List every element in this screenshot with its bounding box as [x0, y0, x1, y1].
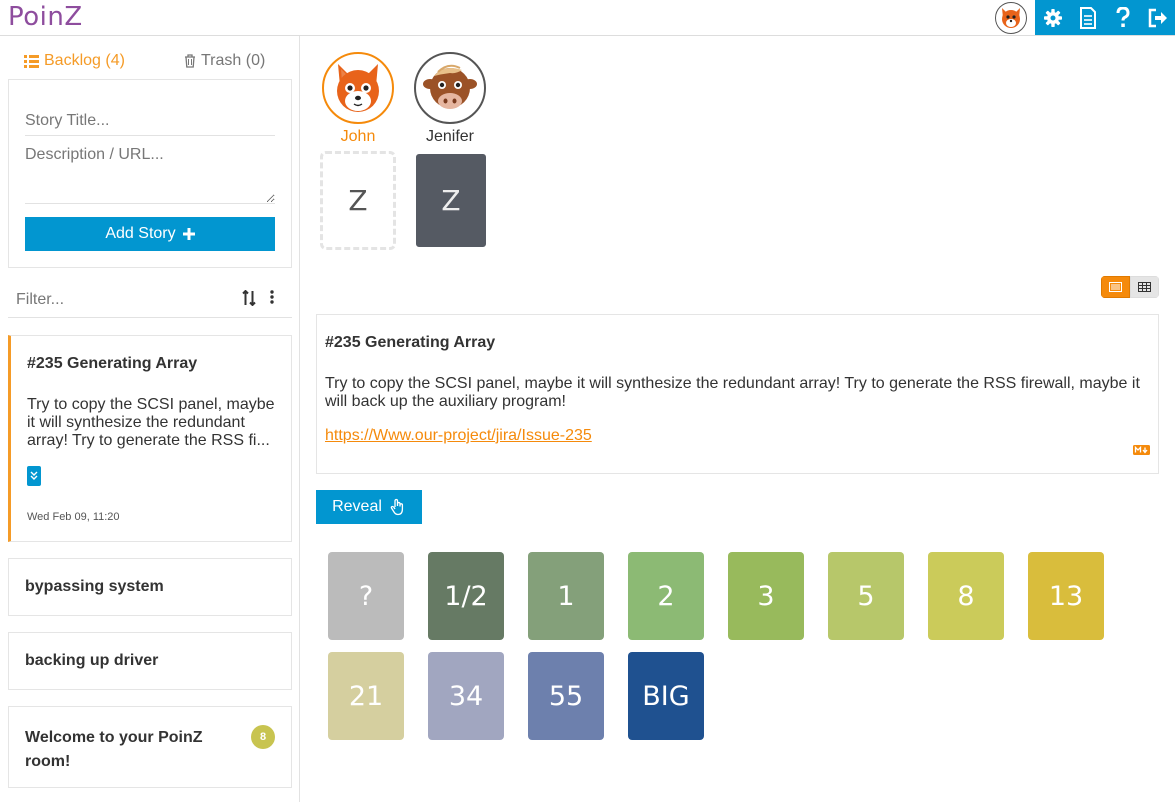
document-icon — [1079, 6, 1096, 29]
story-item-description: Try to copy the SCSI panel, maybe it wil… — [27, 396, 275, 449]
document-button[interactable] — [1070, 0, 1105, 35]
estimation-card-21[interactable]: 21 — [328, 652, 404, 740]
card-label: 1/2 — [444, 580, 488, 612]
story-description-input[interactable] — [25, 146, 275, 204]
story-item-selected[interactable]: #235 Generating Array Try to copy the SC… — [8, 335, 292, 542]
estimation-card-unknown[interactable]: ? — [328, 552, 404, 640]
card-label: BIG — [642, 680, 690, 712]
top-actions — [1035, 0, 1175, 35]
card-label: 8 — [957, 580, 975, 612]
story-item-date: Wed Feb 09, 11:20 — [27, 511, 120, 523]
hand-icon — [390, 498, 403, 516]
card-label: 2 — [657, 580, 675, 612]
estimation-card-2[interactable]: 2 — [628, 552, 704, 640]
user-jenifer: Jenifer — [414, 52, 486, 146]
tab-backlog-label: Backlog (4) — [44, 52, 125, 69]
card-label: 5 — [857, 580, 875, 612]
estimate-badge: 8 — [251, 725, 275, 749]
estimation-card-3[interactable]: 3 — [728, 552, 804, 640]
estimation-card-8[interactable]: 8 — [928, 552, 1004, 640]
question-icon — [1116, 6, 1130, 27]
view-toggle — [1101, 276, 1159, 298]
fox-icon — [1002, 8, 1020, 28]
reveal-button[interactable]: Reveal — [316, 490, 422, 524]
tab-trash-label: Trash (0) — [201, 52, 266, 69]
add-story-form: Add Story — [8, 79, 292, 268]
chevron-double-down-icon — [30, 471, 38, 480]
reveal-label: Reveal — [332, 498, 382, 515]
help-button[interactable] — [1105, 0, 1140, 35]
current-story-panel: #235 Generating Array Try to copy the SC… — [316, 314, 1159, 474]
story-item-title: bypassing system — [25, 578, 164, 595]
estimation-card-big[interactable]: BIG — [628, 652, 704, 740]
user-name: Jenifer — [425, 128, 475, 145]
expand-story-button[interactable] — [27, 466, 41, 486]
current-story-title: #235 Generating Array — [325, 334, 496, 351]
tab-backlog[interactable]: Backlog (4) — [24, 52, 125, 70]
card-label: ? — [358, 580, 374, 612]
list-icon — [24, 54, 39, 68]
add-story-label: Add Story — [105, 225, 176, 242]
plus-icon — [182, 228, 195, 240]
story-title-input[interactable] — [25, 106, 275, 136]
gear-icon — [1043, 8, 1062, 27]
sort-icon[interactable] — [242, 290, 256, 306]
card-label: 21 — [348, 680, 384, 712]
story-item-title: Welcome to your PoinZ room! — [25, 729, 203, 770]
card-label: 3 — [757, 580, 775, 612]
settings-button[interactable] — [1035, 0, 1070, 35]
sign-out-icon — [1148, 8, 1167, 27]
leave-room-button[interactable] — [1140, 0, 1175, 35]
top-bar: PoinZ — [0, 0, 1175, 36]
card-label: 13 — [1048, 580, 1084, 612]
table-view-button[interactable] — [1130, 276, 1159, 298]
user-john: John — [322, 52, 394, 146]
user-card-jenifer: Z — [413, 151, 489, 250]
fox-icon — [337, 64, 379, 112]
story-item-title: #235 Generating Array — [27, 355, 198, 372]
estimation-card-13[interactable]: 13 — [1028, 552, 1104, 640]
card-view-button[interactable] — [1101, 276, 1130, 298]
user-avatar — [414, 52, 486, 124]
add-story-button[interactable]: Add Story — [25, 217, 275, 251]
user-name: John — [340, 128, 376, 145]
markdown-icon[interactable] — [1133, 445, 1150, 455]
estimation-card-half[interactable]: 1/2 — [428, 552, 504, 640]
card-label: 55 — [548, 680, 584, 712]
card-label: 1 — [557, 580, 575, 612]
filter-row — [8, 280, 292, 318]
cow-icon — [423, 64, 477, 109]
backlog-sidebar: Backlog (4) Trash (0) Add Story — [0, 36, 300, 802]
story-item[interactable]: Welcome to your PoinZ room! 8 — [8, 706, 292, 788]
user-card-john: Z — [320, 151, 396, 250]
estimation-card-1[interactable]: 1 — [528, 552, 604, 640]
current-story-description: Try to copy the SCSI panel, maybe it wil… — [325, 375, 1140, 410]
estimation-card-55[interactable]: 55 — [528, 652, 604, 740]
story-item[interactable]: backing up driver — [8, 632, 292, 690]
tab-trash[interactable]: Trash (0) — [184, 52, 265, 70]
card-label: 34 — [448, 680, 484, 712]
current-story-link[interactable]: https://Www.our-project/jira/Issue-235 — [325, 427, 592, 445]
story-item-title: backing up driver — [25, 652, 159, 669]
story-item[interactable]: bypassing system — [8, 558, 292, 616]
user-avatar — [322, 52, 394, 124]
more-options-icon[interactable] — [270, 290, 274, 304]
table-view-icon — [1138, 282, 1151, 292]
app-logo: PoinZ — [8, 2, 83, 32]
trash-icon — [185, 54, 195, 68]
estimation-card-34[interactable]: 34 — [428, 652, 504, 740]
user-avatar-button[interactable] — [995, 2, 1027, 34]
filter-input[interactable] — [16, 288, 216, 312]
estimation-card-5[interactable]: 5 — [828, 552, 904, 640]
list-view-icon — [1109, 282, 1122, 292]
